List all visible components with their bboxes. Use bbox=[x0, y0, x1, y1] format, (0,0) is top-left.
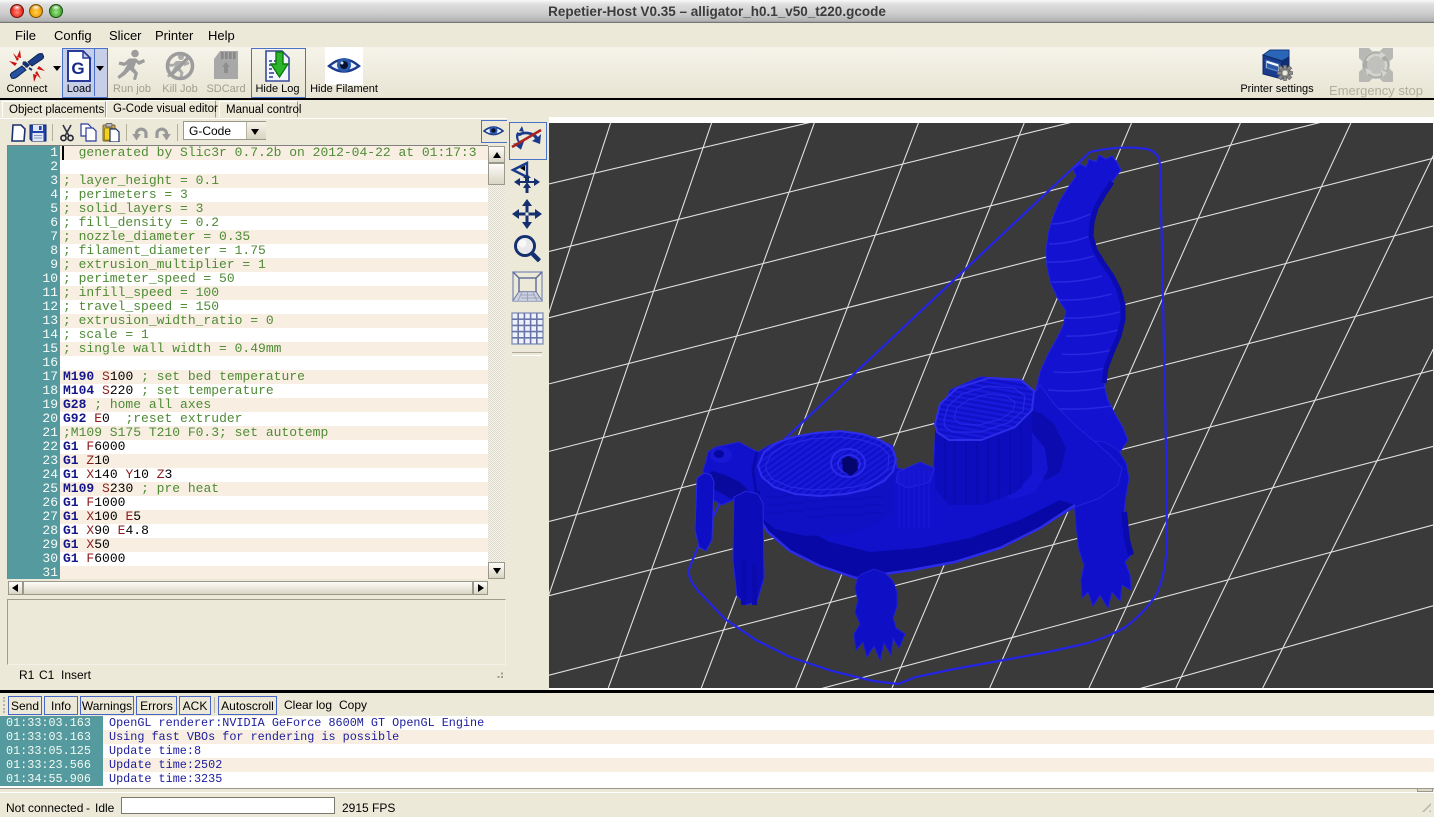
svg-text:G: G bbox=[71, 59, 84, 78]
